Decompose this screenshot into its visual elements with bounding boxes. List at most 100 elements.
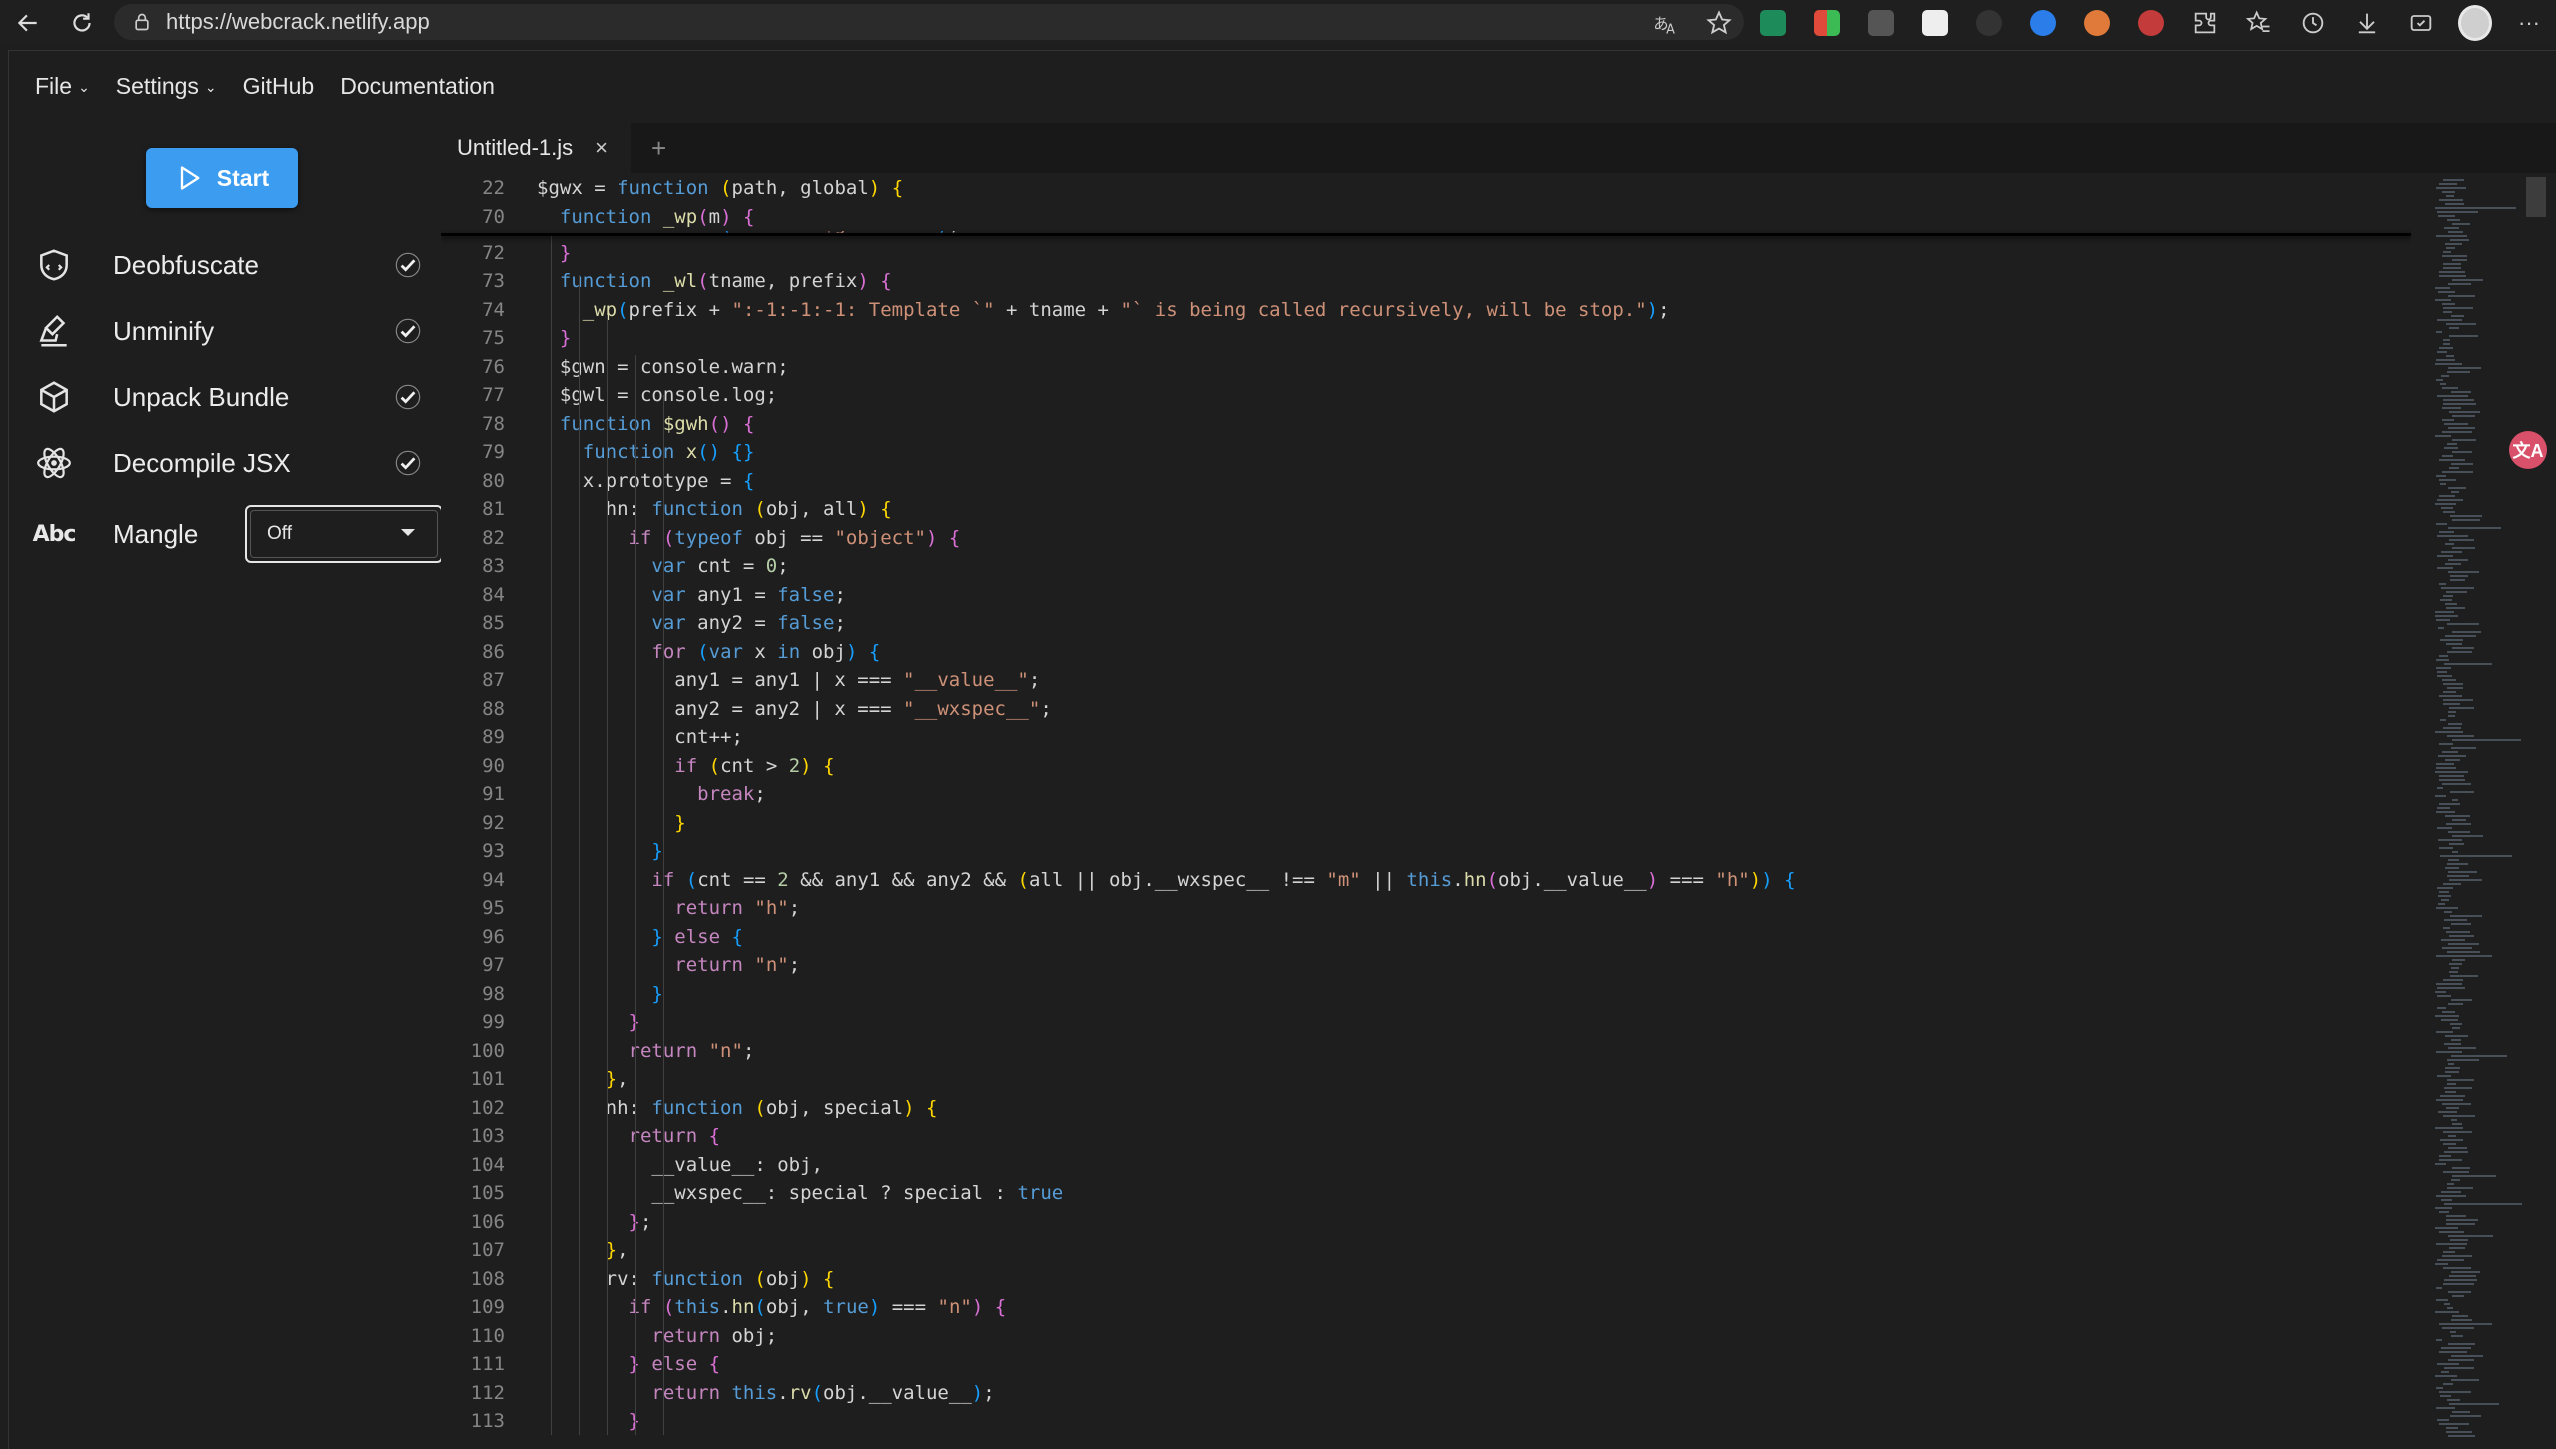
code-line[interactable]: 100 return "n"; bbox=[441, 1037, 2411, 1066]
minimap-line bbox=[2436, 1299, 2448, 1301]
code-line[interactable]: 96 } else { bbox=[441, 923, 2411, 952]
code-line[interactable]: 92 } bbox=[441, 809, 2411, 838]
url-text[interactable]: https://webcrack.netlify.app bbox=[166, 9, 430, 35]
code-line[interactable]: 107 }, bbox=[441, 1236, 2411, 1265]
extensions-button[interactable] bbox=[2188, 6, 2222, 40]
translate-floating-button[interactable]: 文A bbox=[2509, 431, 2547, 469]
minimap-line bbox=[2443, 311, 2452, 313]
code-line[interactable]: 78 function $gwh() { bbox=[441, 410, 2411, 439]
minimap[interactable] bbox=[2431, 177, 2551, 1447]
code-area[interactable]: 22 $gwx = function (path, global) {70 fun… bbox=[441, 173, 2411, 1449]
code-line[interactable]: 83 var cnt = 0; bbox=[441, 552, 2411, 581]
code-line[interactable]: 79 function x() {} bbox=[441, 438, 2411, 467]
code-line[interactable]: 98 } bbox=[441, 980, 2411, 1009]
code-line[interactable]: 76 $gwn = console.warn; bbox=[441, 353, 2411, 382]
code-line[interactable]: 111 } else { bbox=[441, 1350, 2411, 1379]
code-line[interactable]: 94 if (cnt == 2 && any1 && any2 && (all … bbox=[441, 866, 2411, 895]
code-line[interactable]: 89 cnt++; bbox=[441, 723, 2411, 752]
profile-button[interactable] bbox=[2458, 5, 2492, 41]
code-line[interactable]: 88 any2 = any2 | x === "__wxspec__"; bbox=[441, 695, 2411, 724]
minimap-line bbox=[2451, 463, 2473, 465]
reload-button[interactable] bbox=[62, 3, 102, 43]
extension-8-button[interactable] bbox=[2134, 6, 2168, 40]
extension-5-button[interactable] bbox=[1972, 6, 2006, 40]
minimap-line bbox=[2444, 1303, 2450, 1305]
minimap-line bbox=[2450, 575, 2468, 577]
code-line[interactable]: 75 } bbox=[441, 324, 2411, 353]
code-line[interactable]: 85 var any2 = false; bbox=[441, 609, 2411, 638]
unminify-checkbox[interactable] bbox=[391, 314, 425, 348]
favorites-button[interactable] bbox=[2242, 6, 2276, 40]
more-menu-button[interactable]: ··· bbox=[2512, 6, 2546, 40]
code-line[interactable]: 93 } bbox=[441, 837, 2411, 866]
code-line[interactable]: 104 __value__: obj, bbox=[441, 1151, 2411, 1180]
code-line[interactable]: 108 rv: function (obj) { bbox=[441, 1265, 2411, 1294]
extension-3-button[interactable] bbox=[1864, 6, 1898, 40]
code-line[interactable]: 106 }; bbox=[441, 1208, 2411, 1237]
favorite-button[interactable] bbox=[1702, 6, 1736, 40]
translate-page-button[interactable]: あA bbox=[1648, 6, 1682, 40]
minimap-line bbox=[2445, 1091, 2456, 1093]
code-line[interactable]: 73 function _wl(tname, prefix) { bbox=[441, 267, 2411, 296]
code-line[interactable]: 87 any1 = any1 | x === "__value__"; bbox=[441, 666, 2411, 695]
option-unpack-bundle[interactable]: Unpack Bundle bbox=[33, 369, 433, 425]
option-decompile-jsx[interactable]: Decompile JSX bbox=[33, 435, 433, 491]
code-line[interactable]: 113 } bbox=[441, 1407, 2411, 1436]
sticky-scroll-line[interactable]: 70 function _wp(m) { bbox=[441, 202, 2411, 231]
code-line[interactable]: 105 __wxspec__: special ? special : true bbox=[441, 1179, 2411, 1208]
minimap-line bbox=[2442, 751, 2458, 753]
code-line[interactable]: 95 return "h"; bbox=[441, 894, 2411, 923]
screenshot-button[interactable] bbox=[2404, 6, 2438, 40]
back-button[interactable] bbox=[8, 3, 48, 43]
history-button[interactable] bbox=[2296, 6, 2330, 40]
minimap-line bbox=[2447, 1399, 2460, 1401]
close-icon[interactable]: × bbox=[595, 135, 608, 161]
code-line[interactable]: 101 }, bbox=[441, 1065, 2411, 1094]
code-line[interactable]: 103 return { bbox=[441, 1122, 2411, 1151]
extension-4-button[interactable] bbox=[1918, 6, 1952, 40]
code-line[interactable]: 86 for (var x in obj) { bbox=[441, 638, 2411, 667]
minimap-line bbox=[2448, 859, 2459, 861]
code-line[interactable]: 81 hn: function (obj, all) { bbox=[441, 495, 2411, 524]
code-line[interactable]: 109 if (this.hn(obj, true) === "n") { bbox=[441, 1293, 2411, 1322]
code-line[interactable]: 82 if (typeof obj == "object") { bbox=[441, 524, 2411, 553]
start-button[interactable]: Start bbox=[146, 148, 298, 208]
code-line[interactable]: 91 break; bbox=[441, 780, 2411, 809]
code-line[interactable]: 77 $gwl = console.log; bbox=[441, 381, 2411, 410]
menu-settings[interactable]: Settings ⌄ bbox=[116, 73, 217, 100]
decompile-jsx-checkbox[interactable] bbox=[391, 446, 425, 480]
menu-file[interactable]: File ⌄ bbox=[35, 73, 90, 100]
extension-7-button[interactable] bbox=[2080, 6, 2114, 40]
mangle-select[interactable]: Off bbox=[245, 505, 443, 563]
code-line[interactable]: 102 nh: function (obj, special) { bbox=[441, 1094, 2411, 1123]
unpack-bundle-checkbox[interactable] bbox=[391, 380, 425, 414]
code-line[interactable]: 97 return "n"; bbox=[441, 951, 2411, 980]
option-decompile-jsx-label: Decompile JSX bbox=[113, 447, 291, 478]
line-code: return { bbox=[628, 1125, 721, 1147]
code-line[interactable]: 110 return obj; bbox=[441, 1322, 2411, 1351]
tab-untitled-1[interactable]: Untitled-1.js × bbox=[441, 123, 631, 173]
code-line[interactable]: 99 } bbox=[441, 1008, 2411, 1037]
option-unminify[interactable]: Unminify bbox=[33, 303, 433, 359]
menu-github-label: GitHub bbox=[242, 72, 315, 99]
menu-github[interactable]: GitHub bbox=[243, 73, 315, 100]
add-tab-button[interactable]: + bbox=[651, 123, 666, 173]
code-line[interactable]: 90 if (cnt > 2) { bbox=[441, 752, 2411, 781]
code-line[interactable]: 74 _wp(prefix + ":-1:-1:-1: Template `" … bbox=[441, 296, 2411, 325]
option-deobfuscate[interactable]: Deobfuscate bbox=[33, 237, 433, 293]
deobfuscate-checkbox[interactable] bbox=[391, 248, 425, 282]
minimap-line bbox=[2439, 695, 2462, 697]
code-line[interactable]: 72 } bbox=[441, 239, 2411, 268]
extension-1-button[interactable] bbox=[1756, 6, 1790, 40]
minimap-slider[interactable] bbox=[2526, 177, 2546, 217]
sticky-scroll-line[interactable]: 22 $gwx = function (path, global) { bbox=[441, 174, 2411, 203]
code-line[interactable]: 112 return this.rv(obj.__value__); bbox=[441, 1379, 2411, 1408]
downloads-button[interactable] bbox=[2350, 6, 2384, 40]
menu-documentation[interactable]: Documentation bbox=[340, 73, 495, 100]
code-line[interactable]: 80 x.prototype = { bbox=[441, 467, 2411, 496]
extension-6-button[interactable] bbox=[2026, 6, 2060, 40]
address-bar[interactable]: https://webcrack.netlify.app bbox=[114, 4, 1744, 40]
minimap-line bbox=[2436, 619, 2450, 621]
code-line[interactable]: 84 var any1 = false; bbox=[441, 581, 2411, 610]
extension-2-button[interactable] bbox=[1810, 6, 1844, 40]
